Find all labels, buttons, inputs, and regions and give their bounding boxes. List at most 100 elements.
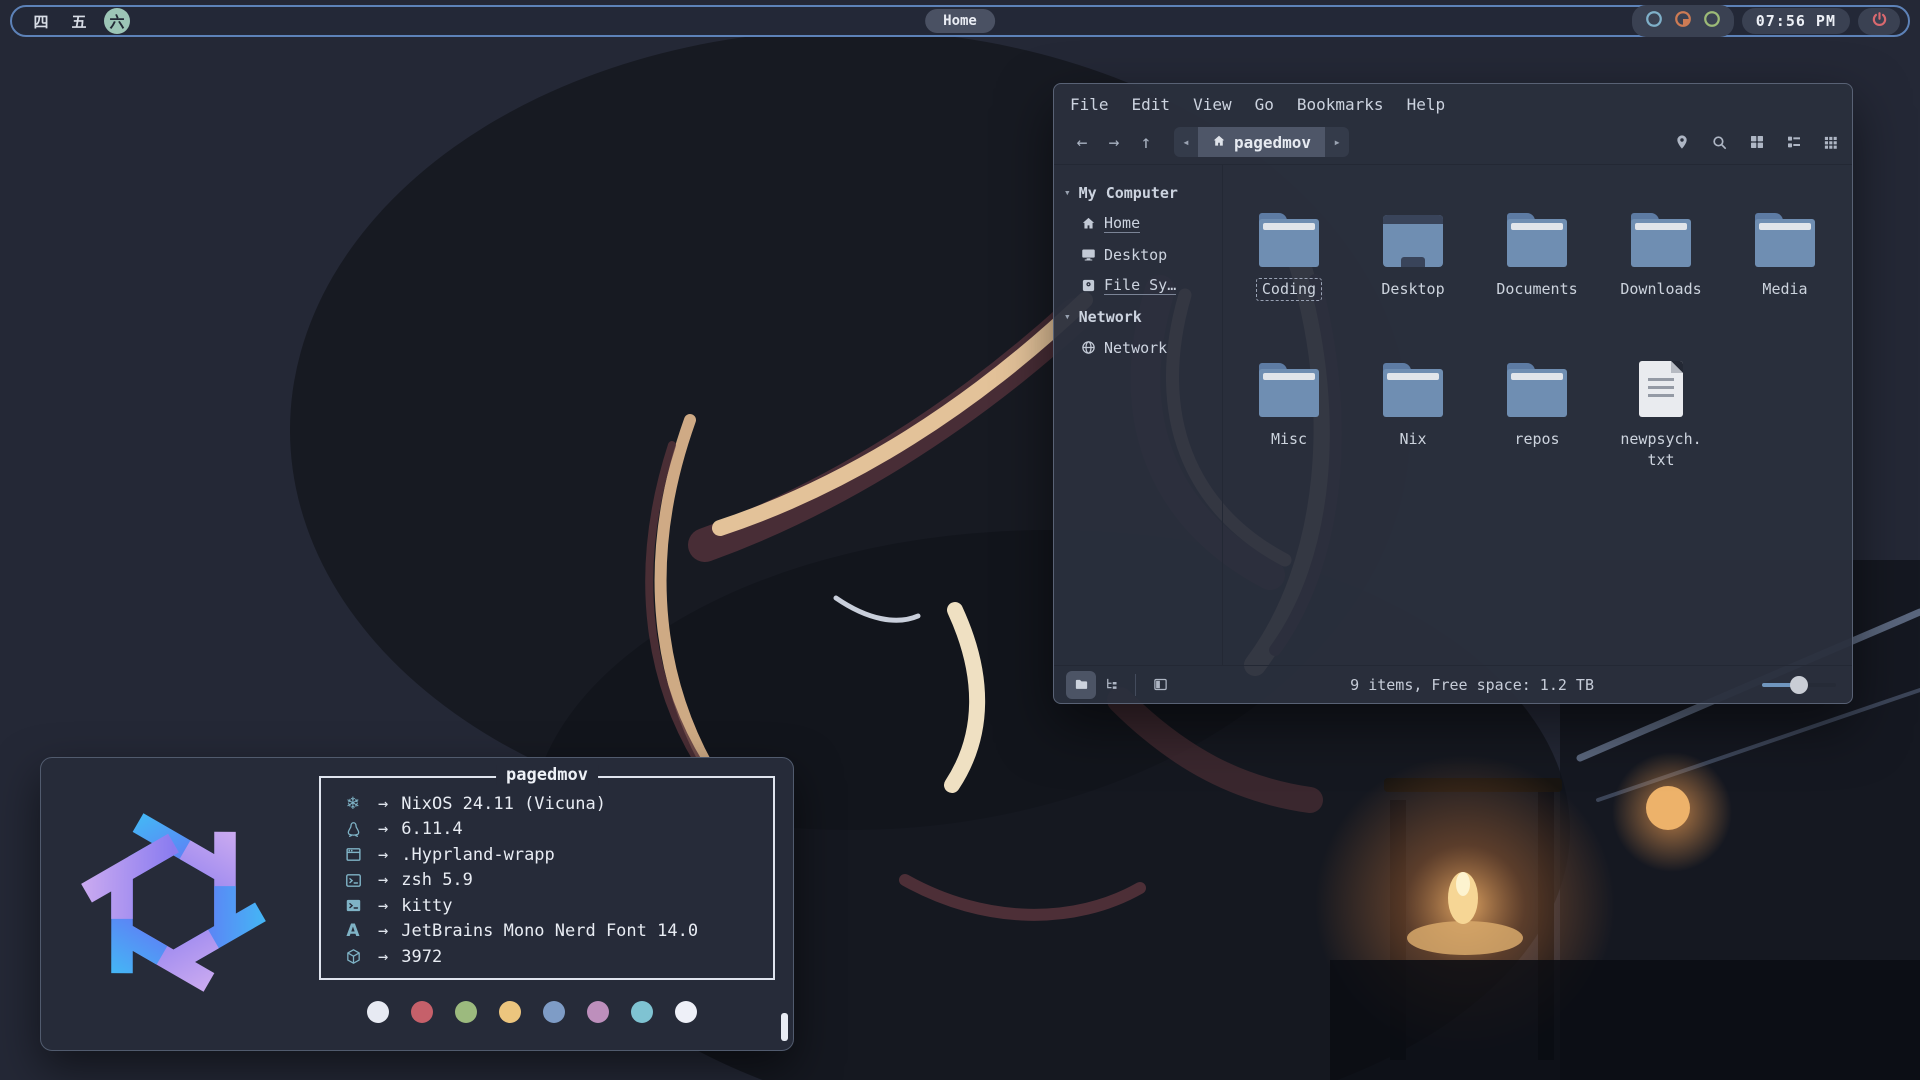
path-scroll-left-button[interactable]: ◂	[1174, 127, 1198, 157]
file-manager-window: File Edit View Go Bookmarks Help ← → ↑ ◂…	[1053, 83, 1853, 704]
file-item-downloads[interactable]: Downloads	[1599, 191, 1723, 341]
tree-view-toggle-button[interactable]	[1096, 671, 1126, 699]
arrow-icon: →	[378, 870, 388, 890]
chevron-down-icon[interactable]: ▾	[1064, 186, 1071, 199]
file-item-media[interactable]: Media	[1723, 191, 1847, 341]
terminal-value: kitty	[401, 896, 452, 916]
up-button[interactable]: ↑	[1132, 128, 1160, 156]
power-button[interactable]	[1858, 8, 1900, 35]
fetch-line-terminal: → kitty	[341, 893, 773, 919]
sidebar-section-my-computer[interactable]: ▾ My Computer	[1054, 177, 1222, 208]
active-window-title: Home	[925, 9, 995, 33]
file-item-documents[interactable]: Documents	[1475, 191, 1599, 341]
arrow-icon: →	[378, 819, 388, 839]
fetch-line-kernel: → 6.11.4	[341, 817, 773, 843]
sidebar-item-label: Home	[1104, 214, 1140, 233]
shell-icon	[341, 872, 365, 889]
terminal-scrollbar-thumb[interactable]	[781, 1013, 788, 1041]
sidebar-item-label: Network	[1104, 339, 1167, 357]
packages-value: 3972	[401, 947, 442, 967]
fastfetch-info-box: pagedmov ❄ → NixOS 24.11 (Vicuna) → 6.11…	[319, 776, 775, 980]
icon-view-button[interactable]	[1749, 134, 1765, 150]
folder-icon	[1383, 363, 1443, 417]
menu-go[interactable]: Go	[1255, 95, 1274, 114]
fetch-line-shell: → zsh 5.9	[341, 868, 773, 894]
side-pane-toggle-button[interactable]	[1145, 671, 1175, 699]
location-pin-button[interactable]	[1674, 134, 1690, 150]
path-scroll-right-button[interactable]: ▸	[1325, 127, 1349, 157]
folder-icon	[1507, 363, 1567, 417]
folder-icon	[1259, 213, 1319, 267]
toolbar: ← → ↑ ◂ pagedmov ▸	[1054, 120, 1852, 164]
arrow-icon: →	[378, 921, 388, 941]
home-icon	[1212, 133, 1226, 152]
sidebar-item-label: File Sy…	[1104, 276, 1176, 295]
sidebar-item-home[interactable]: Home	[1054, 208, 1222, 239]
folder-icon	[1507, 213, 1567, 267]
terminal-icon	[341, 897, 365, 914]
terminal-color-palette	[367, 1001, 697, 1023]
back-button[interactable]: ←	[1068, 128, 1096, 156]
clock: 07:56 PM	[1742, 8, 1850, 34]
text-file-icon	[1639, 361, 1683, 417]
workspace-switcher: 四 五 六	[20, 8, 130, 34]
menu-file[interactable]: File	[1070, 95, 1109, 114]
slider-knob[interactable]	[1790, 676, 1808, 694]
status-circles[interactable]	[1632, 5, 1734, 37]
file-item-repos[interactable]: repos	[1475, 341, 1599, 491]
file-label: Misc	[1265, 428, 1313, 451]
hostname-title: pagedmov	[496, 765, 598, 785]
menu-bookmarks[interactable]: Bookmarks	[1297, 95, 1384, 114]
sidebar-item-filesystem[interactable]: File Sy…	[1054, 270, 1222, 301]
workspace-5[interactable]: 五	[66, 8, 92, 34]
terminal-window[interactable]: pagedmov ❄ → NixOS 24.11 (Vicuna) → 6.11…	[40, 757, 794, 1051]
filesystem-icon	[1081, 278, 1096, 293]
forward-button[interactable]: →	[1100, 128, 1128, 156]
menu-edit[interactable]: Edit	[1132, 95, 1171, 114]
search-button[interactable]	[1711, 134, 1728, 151]
nixos-logo	[71, 800, 276, 1005]
workspace-6-active[interactable]: 六	[104, 8, 130, 34]
palette-dot	[455, 1001, 477, 1023]
file-label: Downloads	[1614, 278, 1707, 301]
font-value: JetBrains Mono Nerd Font 14.0	[401, 921, 698, 941]
folder-icon	[1259, 363, 1319, 417]
palette-dot	[675, 1001, 697, 1023]
menu-view[interactable]: View	[1193, 95, 1232, 114]
palette-dot	[587, 1001, 609, 1023]
status-circle-blue-icon	[1645, 10, 1663, 32]
status-bar: 9 items, Free space: 1.2 TB	[1054, 665, 1852, 703]
list-view-button[interactable]	[1786, 134, 1802, 150]
fetch-line-font: A → JetBrains Mono Nerd Font 14.0	[341, 919, 773, 945]
zoom-slider[interactable]	[1762, 676, 1836, 694]
wm-icon	[341, 846, 365, 863]
sidebar-section-network[interactable]: ▾ Network	[1054, 301, 1222, 332]
sidebar-item-label: Desktop	[1104, 246, 1167, 264]
icon-view-toggle-button[interactable]	[1066, 671, 1096, 699]
arrow-icon: →	[378, 845, 388, 865]
path-segment-home[interactable]: pagedmov	[1198, 127, 1325, 157]
chevron-down-icon[interactable]: ▾	[1064, 310, 1071, 323]
path-bar: ◂ pagedmov ▸	[1174, 127, 1349, 157]
items-free-space-text: 9 items, Free space: 1.2 TB	[1350, 676, 1594, 694]
home-icon	[1081, 216, 1096, 231]
sidebar-item-desktop[interactable]: Desktop	[1054, 239, 1222, 270]
desktop-icon	[1081, 247, 1096, 262]
kernel-value: 6.11.4	[401, 819, 462, 839]
divider	[1135, 674, 1136, 696]
file-item-coding[interactable]: Coding	[1227, 191, 1351, 341]
sidebar-section-label: Network	[1079, 308, 1142, 326]
top-status-bar: 四 五 六 Home 07:56 PM	[10, 5, 1910, 37]
compact-view-button[interactable]	[1823, 135, 1838, 150]
kernel-icon	[341, 821, 365, 838]
file-label: repos	[1508, 428, 1565, 451]
file-item-misc[interactable]: Misc	[1227, 341, 1351, 491]
menu-help[interactable]: Help	[1407, 95, 1446, 114]
file-item-newpsych-txt[interactable]: newpsych.txt	[1599, 341, 1723, 491]
workspace-4[interactable]: 四	[28, 8, 54, 34]
file-item-nix[interactable]: Nix	[1351, 341, 1475, 491]
sidebar-item-network[interactable]: Network	[1054, 332, 1222, 363]
file-item-desktop[interactable]: Desktop	[1351, 191, 1475, 341]
file-label: Media	[1756, 278, 1813, 301]
arrow-icon: →	[378, 794, 388, 814]
